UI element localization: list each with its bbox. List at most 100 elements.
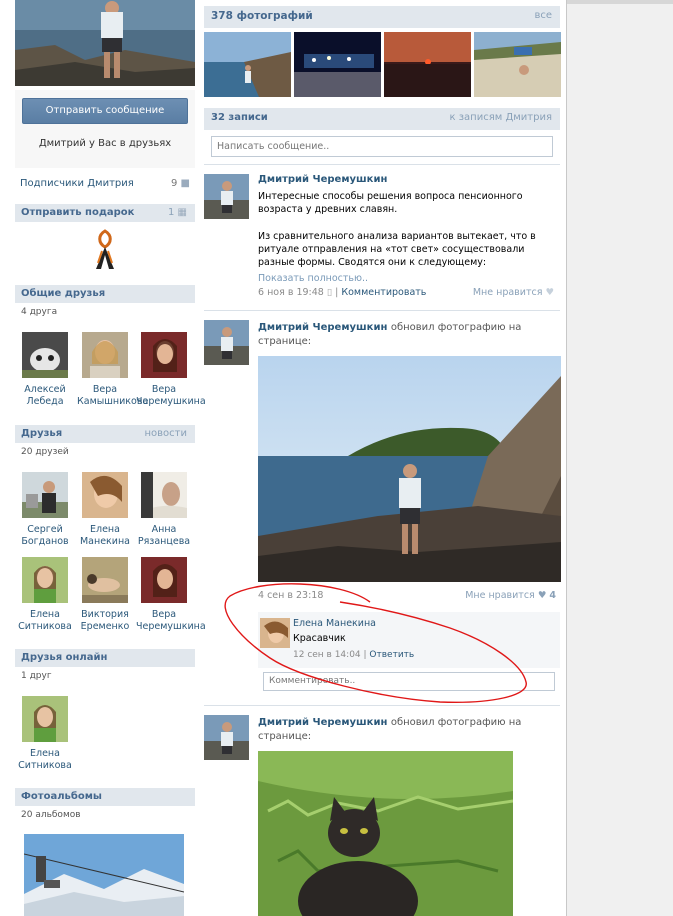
- post-date[interactable]: 4 сен в 23:18: [258, 590, 323, 601]
- commenter-avatar[interactable]: [260, 618, 290, 648]
- albums-title: Фотоальбомы: [21, 791, 102, 802]
- post-date[interactable]: 6 ноя в 19:48: [258, 287, 324, 298]
- friend-first-name: Алексей: [24, 384, 66, 395]
- post-text-body: Из сравнительного анализа вариантов выте…: [258, 231, 536, 268]
- post-header: Дмитрий Черемушкин обновил фотографию на…: [258, 716, 554, 744]
- friend-card[interactable]: Вера Черемушкина: [136, 332, 206, 408]
- photos-all-link[interactable]: все: [534, 10, 552, 21]
- friend-card[interactable]: Виктория Еременко: [77, 557, 133, 633]
- post-meta: 6 ноя в 19:48 ▯ | Комментировать Мне нра…: [258, 287, 554, 298]
- album-cover[interactable]: [24, 834, 184, 916]
- phone-icon: ▯: [326, 287, 333, 298]
- friend-avatar: [22, 472, 68, 518]
- gift-icon: ▦: [177, 207, 187, 218]
- ribbon-gift-icon[interactable]: [92, 229, 118, 271]
- like-button[interactable]: Мне нравится ♥: [473, 287, 554, 298]
- photo-thumb[interactable]: [294, 32, 381, 97]
- online-count: 1 друг: [21, 671, 52, 681]
- like-button[interactable]: Мне нравится ♥ 4: [465, 590, 556, 601]
- gift-title: Отправить подарок: [21, 207, 135, 218]
- friend-last-name: Лебеда: [26, 396, 64, 407]
- comment-input[interactable]: Комментировать..: [263, 672, 555, 691]
- post-author-avatar[interactable]: [204, 174, 249, 219]
- friend-last-name: Еременко: [80, 621, 130, 632]
- comment-link[interactable]: Комментировать: [341, 287, 426, 298]
- friends-news-link[interactable]: новости: [145, 425, 188, 443]
- friend-first-name: Елена: [90, 524, 120, 535]
- friend-first-name: Елена: [30, 609, 60, 620]
- albums-header[interactable]: Фотоальбомы: [15, 788, 195, 806]
- wall-header[interactable]: 32 записи к записям Дмитрия: [204, 108, 560, 130]
- friend-last-name: Манекина: [79, 536, 131, 547]
- comment: Елена Манекина Красавчик 12 сен в 14:04 …: [258, 612, 560, 668]
- friend-avatar: [22, 696, 68, 742]
- heart-icon: ♥: [545, 287, 554, 298]
- friend-last-name: Ситникова: [18, 621, 72, 632]
- friend-card[interactable]: Елена Ситникова: [17, 557, 73, 633]
- friend-card[interactable]: Сергей Богданов: [17, 472, 73, 548]
- post-divider: [204, 164, 560, 165]
- friend-avatar: [82, 472, 128, 518]
- comment-meta: 12 сен в 14:04 | Ответить: [293, 650, 415, 660]
- friend-status: Дмитрий у Вас в друзьях: [38, 138, 172, 149]
- send-message-button[interactable]: Отправить сообщение: [22, 98, 188, 124]
- photo-thumb[interactable]: [204, 32, 291, 97]
- friends-count: 20 друзей: [21, 447, 69, 457]
- friend-last-name: Рязанцева: [137, 536, 191, 547]
- friend-first-name: Вера: [151, 609, 177, 620]
- send-message-box: Отправить сообщение Дмитрий у Вас в друз…: [15, 90, 195, 168]
- commenter-name[interactable]: Елена Манекина: [293, 618, 376, 629]
- subscribers-count: 9 ■: [170, 178, 190, 189]
- mutual-title: Общие друзья: [21, 288, 106, 299]
- page-background: [567, 0, 673, 916]
- friends-header[interactable]: Друзья новости: [15, 425, 195, 443]
- post-header: Дмитрий Черемушкин обновил фотографию на…: [258, 321, 554, 349]
- friend-first-name: Вера: [151, 384, 177, 395]
- post-author-link[interactable]: Дмитрий Черемушкин: [258, 322, 387, 333]
- friend-last-name: Ситникова: [18, 760, 72, 771]
- photos-title: 378 фотографий: [211, 10, 313, 22]
- friend-card[interactable]: Елена Ситникова: [17, 696, 73, 772]
- gift-count: 1 ▦: [167, 207, 187, 218]
- friend-card[interactable]: Анна Рязанцева: [136, 472, 192, 548]
- subscribers-link[interactable]: Подписчики Дмитрия 9 ■: [20, 178, 190, 189]
- show-more-link[interactable]: Показать полностью..: [258, 272, 554, 285]
- photos-header[interactable]: 378 фотографий все: [204, 6, 560, 28]
- subscribers-label: Подписчики Дмитрия: [20, 178, 134, 189]
- comment-date[interactable]: 12 сен в 14:04: [293, 650, 361, 660]
- post-author-avatar[interactable]: [204, 715, 249, 760]
- friend-card[interactable]: Вера Черемушкина: [136, 557, 206, 633]
- friend-avatar: [22, 332, 68, 378]
- post-photo[interactable]: [258, 356, 561, 582]
- reply-link[interactable]: Ответить: [369, 650, 414, 660]
- wall-title: 32 записи: [211, 112, 268, 123]
- friend-first-name: Сергей: [27, 524, 63, 535]
- friend-first-name: Виктория: [81, 609, 129, 620]
- gift-section-header[interactable]: Отправить подарок 1 ▦: [15, 204, 195, 222]
- online-friends-header[interactable]: Друзья онлайн: [15, 649, 195, 667]
- friend-avatar: [82, 557, 128, 603]
- friend-card[interactable]: Вера Камышникова: [77, 332, 148, 408]
- friend-first-name: Вера: [92, 384, 118, 395]
- comment-text: Красавчик: [293, 633, 346, 644]
- friend-card[interactable]: Елена Манекина: [77, 472, 133, 548]
- wall-all-link[interactable]: к записям Дмитрия: [450, 112, 552, 123]
- profile-photo[interactable]: [15, 0, 195, 86]
- post-author-link[interactable]: Дмитрий Черемушкин: [258, 174, 387, 185]
- post-photo[interactable]: [258, 751, 513, 916]
- post-text-intro: Интересные способы решения вопроса пенси…: [258, 191, 523, 215]
- photo-thumb[interactable]: [474, 32, 561, 97]
- friend-avatar: [141, 472, 187, 518]
- friend-avatar: [82, 332, 128, 378]
- friend-card[interactable]: Алексей Лебеда: [17, 332, 73, 408]
- post-author-link[interactable]: Дмитрий Черемушкин: [258, 717, 387, 728]
- post-author-avatar[interactable]: [204, 320, 249, 365]
- friends-title: Друзья: [21, 428, 63, 439]
- post-divider: [204, 310, 560, 311]
- photo-thumb[interactable]: [384, 32, 471, 97]
- post-meta: 4 сен в 23:18 Мне нравится ♥ 4: [258, 590, 556, 601]
- post-divider: [204, 705, 560, 706]
- mutual-friends-header[interactable]: Общие друзья: [15, 285, 195, 303]
- friend-avatar: [141, 332, 187, 378]
- wall-post-input[interactable]: Написать сообщение..: [211, 136, 553, 157]
